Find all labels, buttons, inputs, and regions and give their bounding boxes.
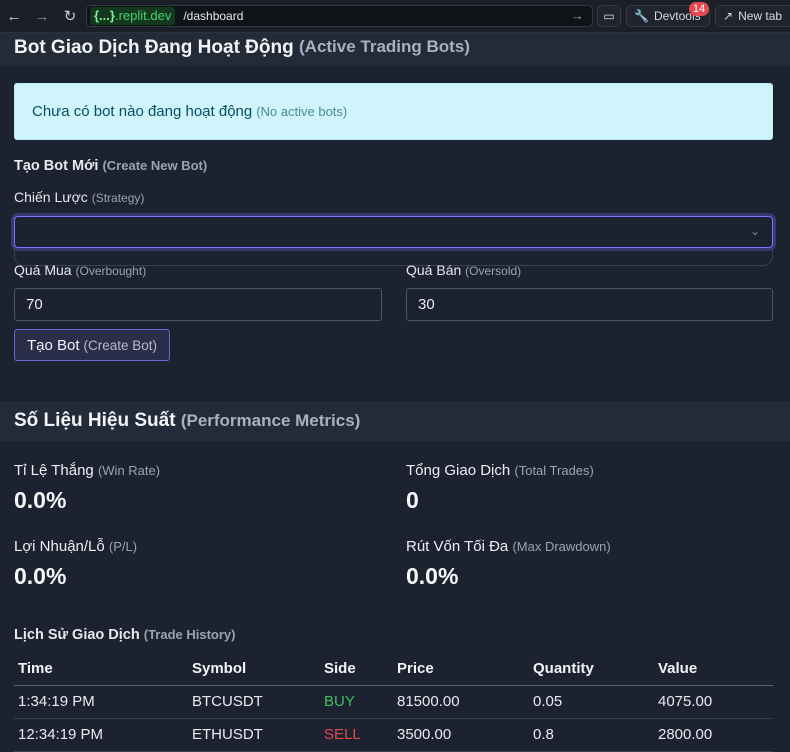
oversold-label: Quá Bán (Oversold)	[406, 262, 521, 278]
oversold-label-en: (Oversold)	[465, 264, 522, 278]
table-row: 1:34:19 PM BTCUSDT BUY 81500.00 0.05 407…	[14, 685, 773, 719]
external-link-icon: ↗	[723, 9, 734, 23]
cell-quantity: 0.05	[529, 685, 654, 719]
create-bot-title-en: (Create New Bot)	[102, 158, 208, 173]
strategy-select[interactable]: ⌄	[14, 216, 773, 248]
pl-value: 0.0%	[14, 563, 67, 589]
screen-icon[interactable]: ▭	[597, 5, 621, 27]
drawdown-value: 0.0%	[406, 563, 459, 589]
win-rate-value: 0.0%	[14, 487, 67, 513]
cell-side: BUY	[320, 685, 393, 719]
drawdown-label-vi: Rút Vốn Tối Đa	[406, 538, 509, 555]
total-trades-label: Tổng Giao Dịch (Total Trades)	[406, 462, 594, 479]
total-trades-label-vi: Tổng Giao Dịch	[406, 462, 511, 479]
overbought-label-vi: Quá Mua	[14, 262, 72, 278]
chevron-down-icon: ⌄	[749, 224, 760, 238]
devtools-badge: 14	[689, 2, 709, 16]
strategy-label-vi: Chiến Lược	[14, 189, 88, 205]
overbought-label-en: (Overbought)	[75, 264, 147, 278]
pl-label: Lợi Nhuận/Lỗ (P/L)	[14, 538, 137, 555]
column-header-time: Time	[14, 653, 188, 686]
url-path: /dashboard	[183, 9, 244, 23]
column-header-value: Value	[654, 653, 773, 686]
column-header-quantity: Quantity	[529, 653, 654, 686]
back-arrow-icon[interactable]: ←	[2, 4, 26, 28]
create-bot-button[interactable]: Tạo Bot (Create Bot)	[14, 329, 170, 361]
active-bots-header: Bot Giao Dịch Đang Hoạt Động (Active Tra…	[0, 33, 790, 66]
win-rate-label-vi: Tỉ Lệ Thắng	[14, 462, 94, 479]
win-rate-label-en: (Win Rate)	[97, 463, 161, 478]
column-header-symbol: Symbol	[188, 653, 320, 686]
column-header-price: Price	[393, 653, 529, 686]
create-bot-title: Tạo Bot Mới (Create New Bot)	[14, 158, 207, 174]
strategy-label: Chiến Lược (Strategy)	[14, 189, 144, 205]
cell-symbol: BTCUSDT	[188, 685, 320, 719]
no-active-bots-alert: Chưa có bot nào đang hoạt động (No activ…	[14, 83, 773, 140]
drawdown-label-en: (Max Drawdown)	[512, 539, 611, 554]
new-tab-button[interactable]: ↗ New tab	[715, 5, 790, 27]
total-trades-label-en: (Total Trades)	[514, 463, 594, 478]
trade-history-title: Lịch Sử Giao Dịch (Trade History)	[14, 627, 236, 643]
pl-label-en: (P/L)	[108, 539, 138, 554]
column-header-side: Side	[320, 653, 393, 686]
overbought-input[interactable]: 70	[14, 288, 382, 321]
performance-header: Số Liệu Hiệu Suất (Performance Metrics)	[0, 401, 790, 441]
total-trades-value: 0	[406, 487, 419, 513]
performance-title: Số Liệu Hiệu Suất	[14, 410, 176, 431]
cell-time: 1:34:19 PM	[14, 685, 188, 719]
url-host: .replit.dev	[114, 8, 172, 23]
create-bot-button-label-en: (Create Bot)	[83, 337, 158, 353]
trade-history-table: Time Symbol Side Price Quantity Value 1:…	[14, 653, 773, 752]
replit-braces-icon: {...}	[94, 8, 115, 23]
cell-value: 2800.00	[654, 718, 773, 752]
win-rate-label: Tỉ Lệ Thắng (Win Rate)	[14, 462, 160, 479]
drawdown-label: Rút Vốn Tối Đa (Max Drawdown)	[406, 538, 611, 555]
cell-price: 3500.00	[393, 718, 529, 752]
new-tab-label: New tab	[738, 9, 783, 23]
table-row: 12:34:19 PM ETHUSDT SELL 3500.00 0.8 280…	[14, 718, 773, 752]
active-bots-title-en: (Active Trading Bots)	[299, 37, 470, 56]
cell-symbol: ETHUSDT	[188, 718, 320, 752]
cell-quantity: 0.8	[529, 718, 654, 752]
trade-history-title-en: (Trade History)	[143, 627, 236, 642]
url-host-chip: {...} .replit.dev	[90, 7, 176, 25]
cell-price: 81500.00	[393, 685, 529, 719]
overbought-label: Quá Mua (Overbought)	[14, 262, 146, 278]
table-header-row: Time Symbol Side Price Quantity Value	[14, 653, 773, 686]
cell-time: 12:34:19 PM	[14, 718, 188, 752]
no-bots-text-en: (No active bots)	[256, 104, 348, 119]
cell-value: 4075.00	[654, 685, 773, 719]
no-bots-text: Chưa có bot nào đang hoạt động	[32, 103, 253, 120]
trade-history-title-vi: Lịch Sử Giao Dịch	[14, 627, 140, 643]
create-bot-button-label: Tạo Bot	[26, 336, 80, 354]
wrench-icon: 🔧	[634, 9, 649, 23]
performance-title-en: (Performance Metrics)	[180, 411, 361, 430]
strategy-label-en: (Strategy)	[91, 191, 145, 205]
address-bar[interactable]: {...} .replit.dev /dashboard →	[86, 5, 593, 27]
forward-arrow-icon[interactable]: →	[30, 4, 54, 28]
reload-icon[interactable]: ↻	[58, 4, 82, 28]
cell-side: SELL	[320, 718, 393, 752]
active-bots-title: Bot Giao Dịch Đang Hoạt Động	[14, 37, 294, 58]
pl-label-vi: Lợi Nhuận/Lỗ	[14, 538, 105, 555]
oversold-label-vi: Quá Bán	[406, 262, 462, 278]
go-arrow-icon[interactable]: →	[571, 8, 584, 23]
oversold-input[interactable]: 30	[406, 288, 773, 321]
create-bot-title-vi: Tạo Bot Mới	[14, 158, 99, 174]
